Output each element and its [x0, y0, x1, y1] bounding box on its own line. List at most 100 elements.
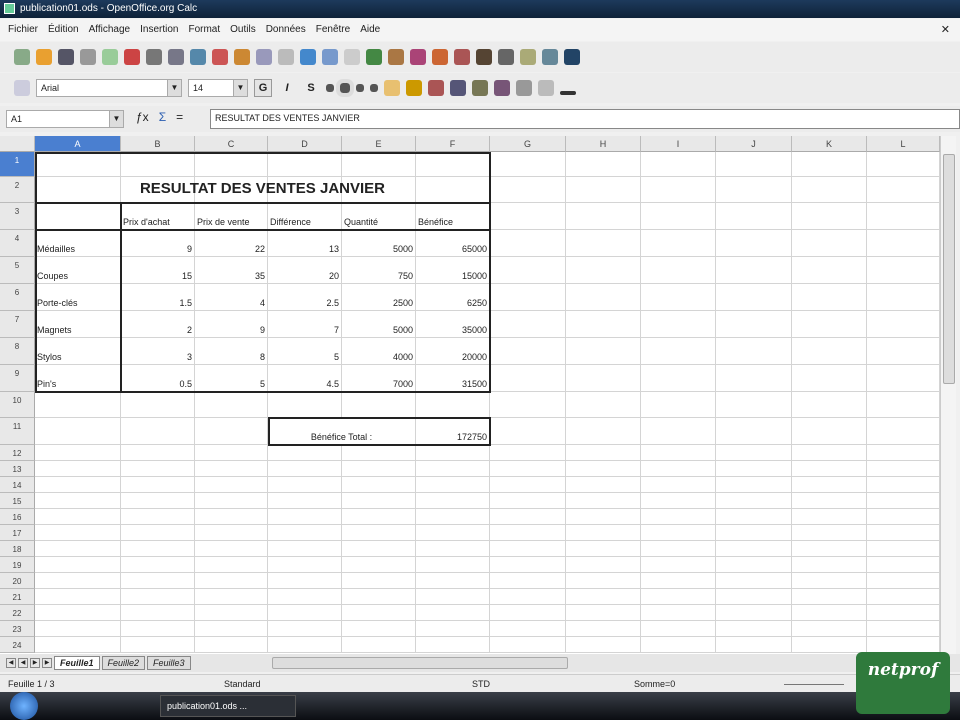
cell-E6[interactable]: 2500: [342, 284, 416, 311]
email-icon[interactable]: [80, 49, 96, 65]
cell-E24[interactable]: [342, 637, 416, 653]
cell-E4[interactable]: 5000: [342, 230, 416, 257]
percent-icon[interactable]: [428, 80, 444, 96]
cell-D7[interactable]: 7: [268, 311, 342, 338]
column-header-J[interactable]: J: [716, 136, 792, 152]
cell-D10[interactable]: [268, 392, 342, 418]
cell-B3[interactable]: Prix d'achat: [121, 203, 195, 230]
cell-E10[interactable]: [342, 392, 416, 418]
row-header-20[interactable]: 20: [0, 573, 35, 589]
spreadsheet-grid[interactable]: A B C D E F G H I J K L 1 2 3 Prix d'achat Prix de vente…: [0, 136, 940, 654]
align-center-icon[interactable]: [336, 79, 354, 97]
start-button[interactable]: [10, 692, 38, 720]
cell-I7[interactable]: [641, 311, 716, 338]
save-icon[interactable]: [58, 49, 74, 65]
cell-B12[interactable]: [121, 445, 195, 461]
cell-H14[interactable]: [566, 477, 641, 493]
cell-A21[interactable]: [35, 589, 121, 605]
edit-file-icon[interactable]: [102, 49, 118, 65]
cell-J7[interactable]: [716, 311, 792, 338]
redo-icon[interactable]: [344, 49, 360, 65]
cell-C1[interactable]: [195, 152, 268, 177]
row-header-4[interactable]: 4: [0, 230, 35, 257]
cell-B10[interactable]: [121, 392, 195, 418]
row-header-19[interactable]: 19: [0, 557, 35, 573]
cell-A20[interactable]: [35, 573, 121, 589]
cell-G10[interactable]: [490, 392, 566, 418]
name-box[interactable]: A1 ▼: [6, 110, 124, 128]
cell-I4[interactable]: [641, 230, 716, 257]
draw-icon[interactable]: [454, 49, 470, 65]
new-icon[interactable]: [14, 49, 30, 65]
cell-J23[interactable]: [716, 621, 792, 637]
cell-I1[interactable]: [641, 152, 716, 177]
paste-icon[interactable]: [278, 49, 294, 65]
cell-K5[interactable]: [792, 257, 867, 284]
cell-F23[interactable]: [416, 621, 490, 637]
cell-F20[interactable]: [416, 573, 490, 589]
number-format-icon[interactable]: [406, 80, 422, 96]
cell-A10[interactable]: [35, 392, 121, 418]
gallery-icon[interactable]: [520, 49, 536, 65]
horizontal-scrollbar[interactable]: [272, 657, 568, 669]
cell-L6[interactable]: [867, 284, 940, 311]
decimal-add-icon[interactable]: [450, 80, 466, 96]
cell-C24[interactable]: [195, 637, 268, 653]
cell-A5[interactable]: Coupes: [35, 257, 121, 284]
cell-C5[interactable]: 35: [195, 257, 268, 284]
cell-F5[interactable]: 15000: [416, 257, 490, 284]
cell-J4[interactable]: [716, 230, 792, 257]
cell-I12[interactable]: [641, 445, 716, 461]
cell-E23[interactable]: [342, 621, 416, 637]
cell-E15[interactable]: [342, 493, 416, 509]
row-header-21[interactable]: 21: [0, 589, 35, 605]
cell-H7[interactable]: [566, 311, 641, 338]
cell-K18[interactable]: [792, 541, 867, 557]
formula-input[interactable]: RESULTAT DES VENTES JANVIER: [210, 109, 960, 129]
column-header-G[interactable]: G: [490, 136, 566, 152]
cell-A19[interactable]: [35, 557, 121, 573]
cell-G4[interactable]: [490, 230, 566, 257]
cell-A13[interactable]: [35, 461, 121, 477]
row-header-23[interactable]: 23: [0, 621, 35, 637]
sort-asc-icon[interactable]: [388, 49, 404, 65]
cell-K9[interactable]: [792, 365, 867, 392]
vertical-scrollbar[interactable]: [940, 136, 956, 654]
cell-I24[interactable]: [641, 637, 716, 653]
cell-A6[interactable]: Porte-clés: [35, 284, 121, 311]
cell-E14[interactable]: [342, 477, 416, 493]
cell-J1[interactable]: [716, 152, 792, 177]
cell-H17[interactable]: [566, 525, 641, 541]
align-right-icon[interactable]: [356, 84, 364, 92]
cell-K15[interactable]: [792, 493, 867, 509]
cell-D18[interactable]: [268, 541, 342, 557]
row-header-9[interactable]: 9: [0, 365, 35, 392]
cell-D5[interactable]: 20: [268, 257, 342, 284]
row-header-14[interactable]: 14: [0, 477, 35, 493]
row-header-3[interactable]: 3: [0, 203, 35, 230]
cell-J2[interactable]: [716, 177, 792, 203]
cell-C21[interactable]: [195, 589, 268, 605]
cell-B4[interactable]: 9: [121, 230, 195, 257]
cell-J15[interactable]: [716, 493, 792, 509]
cell-F10[interactable]: [416, 392, 490, 418]
underline-button[interactable]: S: [302, 79, 320, 97]
cell-H9[interactable]: [566, 365, 641, 392]
cell-E19[interactable]: [342, 557, 416, 573]
cell-H6[interactable]: [566, 284, 641, 311]
cell-F8[interactable]: 20000: [416, 338, 490, 365]
cell-H13[interactable]: [566, 461, 641, 477]
cell-H15[interactable]: [566, 493, 641, 509]
menu-item-7[interactable]: Fenêtre: [316, 24, 350, 41]
cell-G16[interactable]: [490, 509, 566, 525]
cell-J24[interactable]: [716, 637, 792, 653]
cell-K4[interactable]: [792, 230, 867, 257]
cell-E3[interactable]: Quantité: [342, 203, 416, 230]
cell-K13[interactable]: [792, 461, 867, 477]
menu-item-6[interactable]: Données: [266, 24, 306, 41]
cell-J14[interactable]: [716, 477, 792, 493]
align-left-icon[interactable]: [326, 84, 334, 92]
cell-G15[interactable]: [490, 493, 566, 509]
cell-G5[interactable]: [490, 257, 566, 284]
cell-B11[interactable]: [121, 418, 195, 445]
